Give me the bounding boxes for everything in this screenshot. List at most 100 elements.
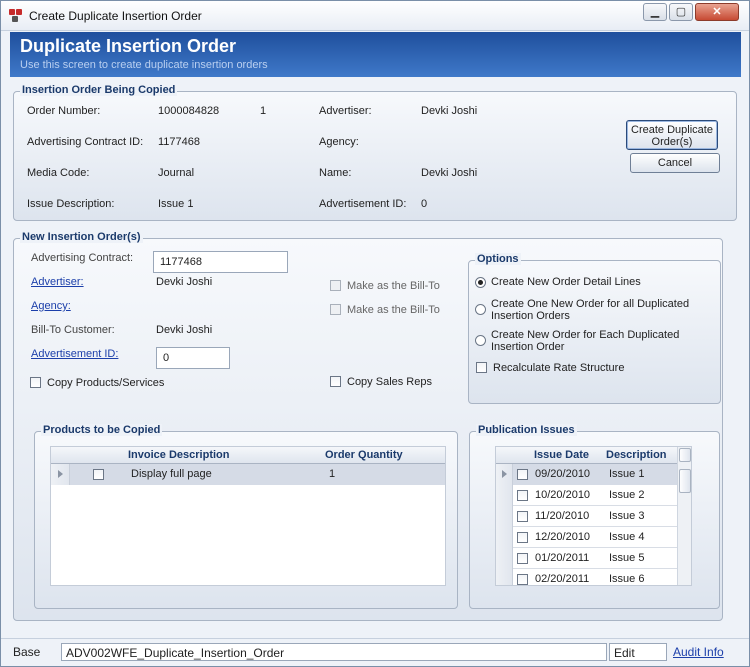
issue-date: 10/20/2010 <box>535 489 591 501</box>
issue-description-value: Issue 1 <box>158 198 194 210</box>
status-bar: Base ADV002WFE_Duplicate_Insertion_Order… <box>1 638 749 666</box>
maximize-button[interactable]: ▢ <box>669 3 693 21</box>
close-icon: ✕ <box>712 6 722 18</box>
issue-description: Issue 6 <box>609 573 645 585</box>
original-order-title: Insertion Order Being Copied <box>20 84 178 96</box>
copy-products-label: Copy Products/Services <box>47 377 165 389</box>
issue-date: 01/20/2011 <box>535 552 590 564</box>
products-grid: Invoice Description Order Quantity Displ… <box>50 446 446 586</box>
col-invoice-description[interactable]: Invoice Description <box>128 449 229 461</box>
product-description: Display full page <box>131 468 212 480</box>
order-line-value: 1 <box>260 105 267 117</box>
advertisement-id-input[interactable] <box>156 347 230 369</box>
products-panel: Products to be Copied Invoice Descriptio… <box>34 424 458 609</box>
option-new-detail-lines-radio[interactable] <box>475 277 486 288</box>
advertiser-link[interactable]: Advertiser: <box>31 276 84 288</box>
make-bill-to-agency-checkbox[interactable] <box>330 304 341 315</box>
table-row[interactable]: 11/20/2010 Issue 3 <box>513 506 677 527</box>
status-state: Edit <box>609 643 667 661</box>
table-row[interactable]: 02/20/2011 Issue 6 <box>513 569 677 585</box>
make-bill-to-advertiser-label: Make as the Bill-To <box>347 280 440 292</box>
issue-description: Issue 1 <box>609 468 645 480</box>
audit-info-link[interactable]: Audit Info <box>673 645 724 659</box>
status-mode: Base <box>13 645 41 659</box>
table-row[interactable]: Display full page 1 <box>70 464 445 485</box>
issue-description: Issue 4 <box>609 531 645 543</box>
scroll-thumb[interactable] <box>679 469 691 493</box>
option-one-order-radio[interactable] <box>475 304 486 315</box>
copy-products-checkbox[interactable] <box>30 377 41 388</box>
cancel-button[interactable]: Cancel <box>630 153 720 173</box>
original-order-panel: Insertion Order Being Copied Order Numbe… <box>13 84 737 221</box>
advertiser-value: Devki Joshi <box>421 105 478 117</box>
minimize-icon: ▁ <box>650 6 660 18</box>
table-row[interactable]: 10/20/2010 Issue 2 <box>513 485 677 506</box>
table-row[interactable]: 12/20/2010 Issue 4 <box>513 527 677 548</box>
recalculate-rate-checkbox[interactable] <box>476 362 487 373</box>
option-new-detail-lines-label: Create New Order Detail Lines <box>491 276 641 288</box>
scroll-up-icon[interactable] <box>679 448 691 462</box>
page-subtitle: Use this screen to create duplicate inse… <box>20 59 268 71</box>
new-advertiser-value: Devki Joshi <box>156 276 213 288</box>
product-select-checkbox[interactable] <box>93 469 104 480</box>
issue-description: Issue 2 <box>609 489 645 501</box>
advertisement-id-value: 0 <box>421 198 428 210</box>
issue-date: 12/20/2010 <box>535 531 591 543</box>
minimize-button[interactable]: ▁ <box>643 3 667 21</box>
issue-select-checkbox[interactable] <box>517 490 528 501</box>
recalculate-rate-label: Recalculate Rate Structure <box>493 362 625 374</box>
issue-date: 11/20/2010 <box>535 510 590 522</box>
col-order-quantity[interactable]: Order Quantity <box>325 449 403 461</box>
make-bill-to-agency-label: Make as the Bill-To <box>347 304 440 316</box>
products-grid-header: Invoice Description Order Quantity <box>51 447 445 464</box>
table-row[interactable]: 01/20/2011 Issue 5 <box>513 548 677 569</box>
media-code-label: Media Code: <box>27 167 90 179</box>
issues-grid: Issue Date Description 09/20/2010 Issue … <box>495 446 692 586</box>
advertisement-id-link[interactable]: Advertisement ID: <box>31 348 118 360</box>
create-duplicate-button[interactable]: Create Duplicate Order(s) <box>626 120 718 150</box>
dialog-window: Create Duplicate Insertion Order ▁ ▢ ✕ D… <box>0 0 750 667</box>
col-description[interactable]: Description <box>606 449 667 461</box>
agency-link[interactable]: Agency: <box>31 300 71 312</box>
contract-id-label: Advertising Contract ID: <box>27 136 144 148</box>
issue-select-checkbox[interactable] <box>517 553 528 564</box>
title-bar: Create Duplicate Insertion Order ▁ ▢ ✕ <box>1 1 749 31</box>
page-title: Duplicate Insertion Order <box>20 36 237 56</box>
app-logo-icon <box>9 9 23 23</box>
issue-select-checkbox[interactable] <box>517 574 528 585</box>
advertiser-label: Advertiser: <box>319 105 372 117</box>
bill-to-customer-value: Devki Joshi <box>156 324 213 336</box>
issue-select-checkbox[interactable] <box>517 532 528 543</box>
name-value: Devki Joshi <box>421 167 478 179</box>
issue-select-checkbox[interactable] <box>517 469 528 480</box>
page-header: Duplicate Insertion Order Use this scree… <box>10 32 741 77</box>
options-panel: Options Create New Order Detail Lines Cr… <box>468 253 721 404</box>
option-each-order-radio[interactable] <box>475 335 486 346</box>
window-title: Create Duplicate Insertion Order <box>29 9 202 23</box>
status-form-id: ADV002WFE_Duplicate_Insertion_Order <box>61 643 607 661</box>
new-order-title: New Insertion Order(s) <box>20 231 143 243</box>
contract-input[interactable] <box>153 251 288 273</box>
copy-sales-reps-checkbox[interactable] <box>330 376 341 387</box>
issues-scrollbar[interactable] <box>677 447 691 585</box>
options-title: Options <box>475 253 521 265</box>
bill-to-customer-label: Bill-To Customer: <box>31 324 115 336</box>
issues-title: Publication Issues <box>476 424 577 436</box>
close-button[interactable]: ✕ <box>695 3 739 21</box>
media-code-value: Journal <box>158 167 195 179</box>
issue-date: 09/20/2010 <box>535 468 591 480</box>
issue-description: Issue 5 <box>609 552 645 564</box>
make-bill-to-advertiser-checkbox[interactable] <box>330 280 341 291</box>
order-number-label: Order Number: <box>27 105 101 117</box>
issue-description: Issue 3 <box>609 510 645 522</box>
issue-date: 02/20/2011 <box>535 573 590 585</box>
col-issue-date[interactable]: Issue Date <box>534 449 589 461</box>
issue-select-checkbox[interactable] <box>517 511 528 522</box>
table-row[interactable]: 09/20/2010 Issue 1 <box>513 464 677 485</box>
new-order-panel: New Insertion Order(s) Advertising Contr… <box>13 231 723 621</box>
row-pointer-icon <box>58 470 63 478</box>
products-row-header[interactable] <box>51 464 70 485</box>
issues-row-header <box>496 464 513 585</box>
agency-label: Agency: <box>319 136 359 148</box>
maximize-icon: ▢ <box>675 6 687 18</box>
